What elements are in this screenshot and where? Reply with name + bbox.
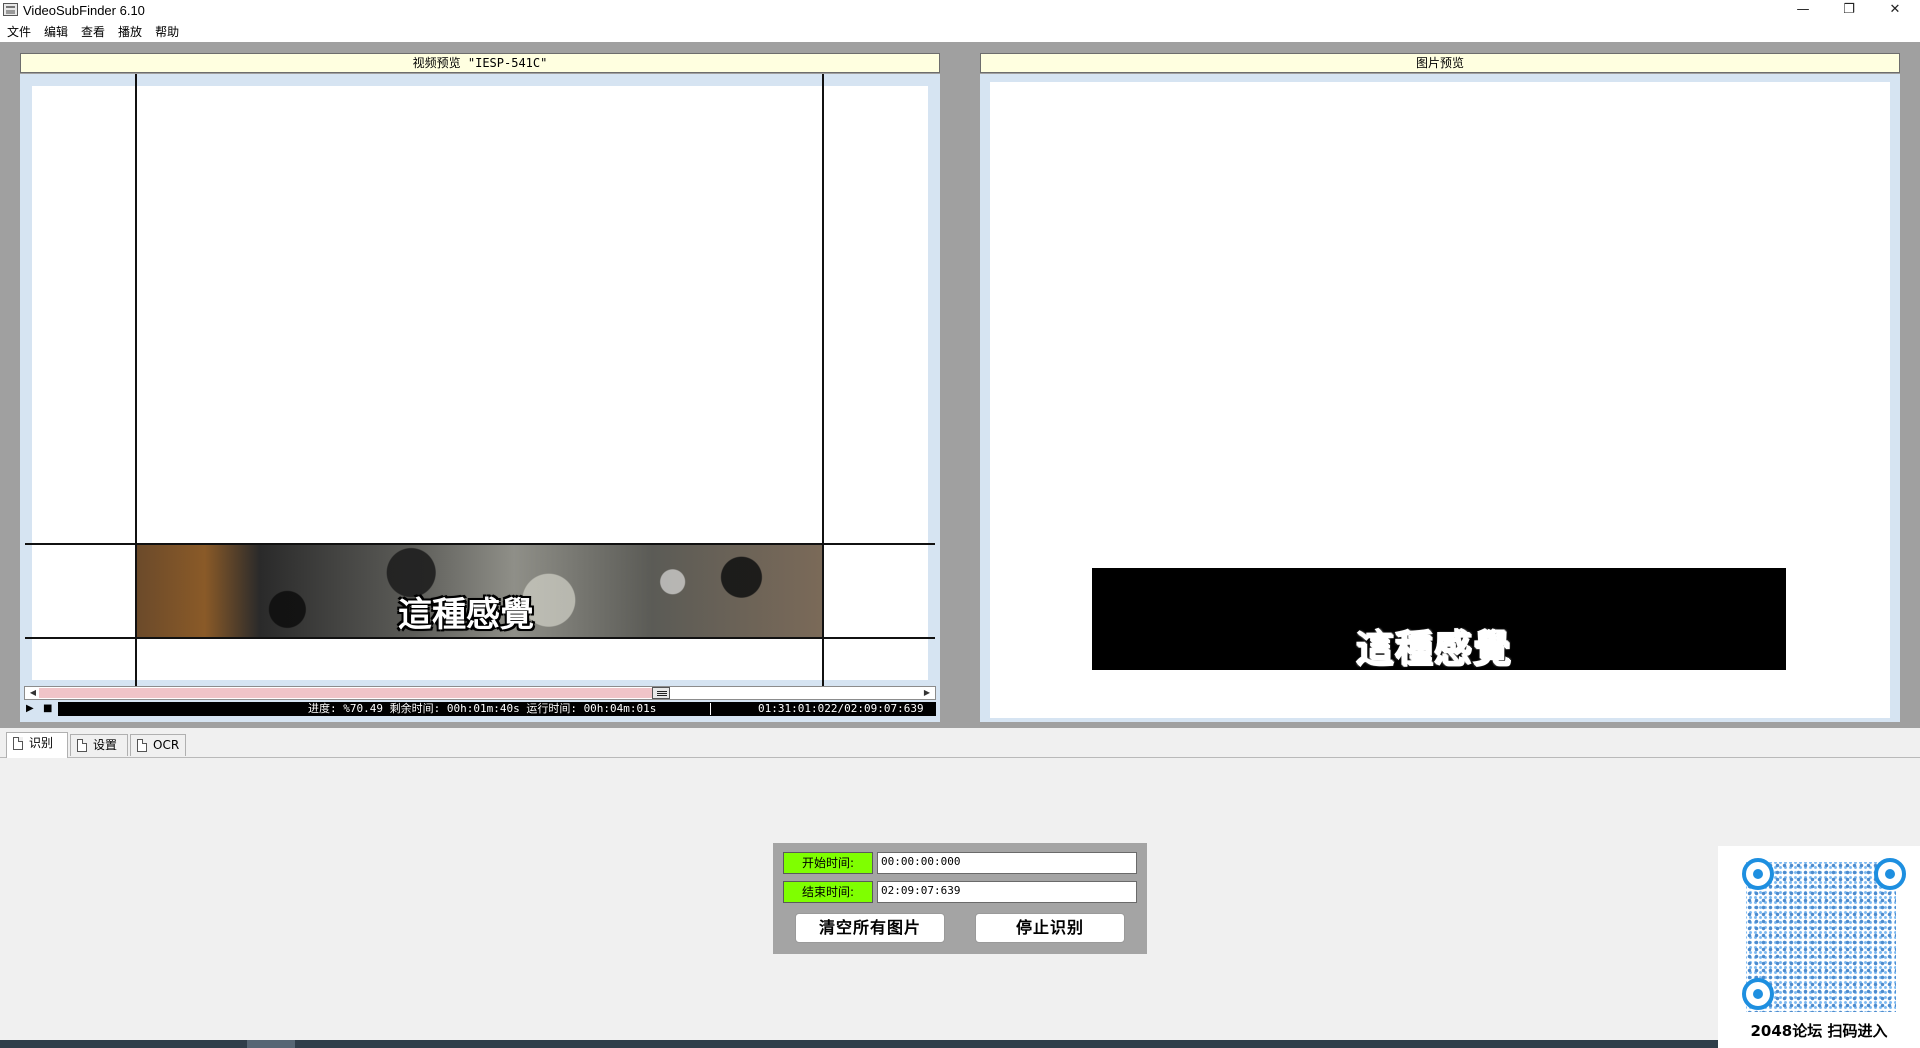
tab-ocr[interactable]: OCR [130,734,186,756]
video-preview-frame: 這種感覺 ◀ ▶ ▶ ■ 进度: %70.49 剩余时间: 00h:01m:40… [20,74,940,722]
guide-left[interactable] [135,74,137,689]
qr-finder-top-right [1874,858,1906,890]
tab-settings[interactable]: 设置 [70,734,128,756]
document-icon [77,739,87,752]
close-button[interactable]: ✕ [1872,0,1918,22]
tab-ocr-label: OCR [153,738,180,752]
tab-strip: 识别 设置 OCR [0,730,1920,758]
end-time-input[interactable]: 02:09:07:639 [877,881,1137,903]
progress-slider[interactable]: ◀ ▶ [24,686,936,700]
window-title: VideoSubFinder 6.10 [23,3,145,18]
preview-area: 视频预览 "IESP-541C" 這種感覺 ◀ ▶ ▶ ■ 进度: %70.49… [0,42,1920,728]
guide-bottom[interactable] [25,637,935,639]
app-icon [3,3,18,16]
progress-right-arrow[interactable]: ▶ [921,687,933,699]
tab-recognition-label: 识别 [29,736,54,750]
progress-status-text: 进度: %70.49 剩余时间: 00h:01m:40s 运行时间: 00h:0… [308,702,657,715]
qr-caption: 2048论坛 扫码进入 [1750,1022,1888,1040]
tab-recognition[interactable]: 识别 [6,732,68,758]
image-preview-header: 图片预览 [980,53,1900,73]
clear-all-images-button[interactable]: 清空所有图片 [795,913,945,943]
qr-finder-bottom-left [1742,978,1774,1010]
recognition-panel: 开始时间: 00:00:00:000 结束时间: 02:09:07:639 清空… [773,843,1147,954]
qr-code-overlay: 2048论坛 扫码进入 [1718,846,1920,1048]
stop-button[interactable]: ■ [43,702,55,716]
status-divider [710,703,711,715]
progress-fill [39,688,661,698]
video-frame-image: 這種感覺 [136,545,824,637]
menu-help[interactable]: 帮助 [155,22,179,42]
qr-finder-top-left [1742,858,1774,890]
start-time-input[interactable]: 00:00:00:000 [877,852,1137,874]
guide-top[interactable] [25,543,935,545]
document-icon [13,737,23,750]
video-preview-header: 视频预览 "IESP-541C" [20,53,940,73]
tab-settings-label: 设置 [93,738,118,752]
restore-button[interactable]: ❐ [1826,0,1872,22]
menu-edit[interactable]: 编辑 [44,22,68,42]
image-subtitle-text: 這種感覺 [1356,627,1513,671]
menu-view[interactable]: 查看 [81,22,105,42]
progress-left-arrow[interactable]: ◀ [27,687,39,699]
status-bar: 进度: %70.49 剩余时间: 00h:01m:40s 运行时间: 00h:0… [58,702,936,716]
video-subtitle-text: 這種感覺 [398,595,534,635]
start-time-label: 开始时间: [783,852,873,874]
minimize-button[interactable]: — [1780,0,1826,22]
end-time-label: 结束时间: [783,881,873,903]
menu-file[interactable]: 文件 [7,22,31,42]
menu-bar: 文件 编辑 查看 播放 帮助 [0,22,1920,42]
menu-play[interactable]: 播放 [118,22,142,42]
progress-thumb[interactable] [652,687,670,699]
stop-recognition-button[interactable]: 停止识别 [975,913,1125,943]
document-icon [137,739,147,752]
title-bar: VideoSubFinder 6.10 — ❐ ✕ [0,0,1920,22]
time-position-text: 01:31:01:022/02:09:07:639 [758,702,924,715]
image-preview-strip: 這種感覺 [1092,568,1786,671]
image-preview-frame: 這種感覺 [980,74,1900,722]
guide-right[interactable] [822,74,824,689]
play-button[interactable]: ▶ [26,702,38,716]
taskbar-item[interactable] [247,1040,295,1048]
